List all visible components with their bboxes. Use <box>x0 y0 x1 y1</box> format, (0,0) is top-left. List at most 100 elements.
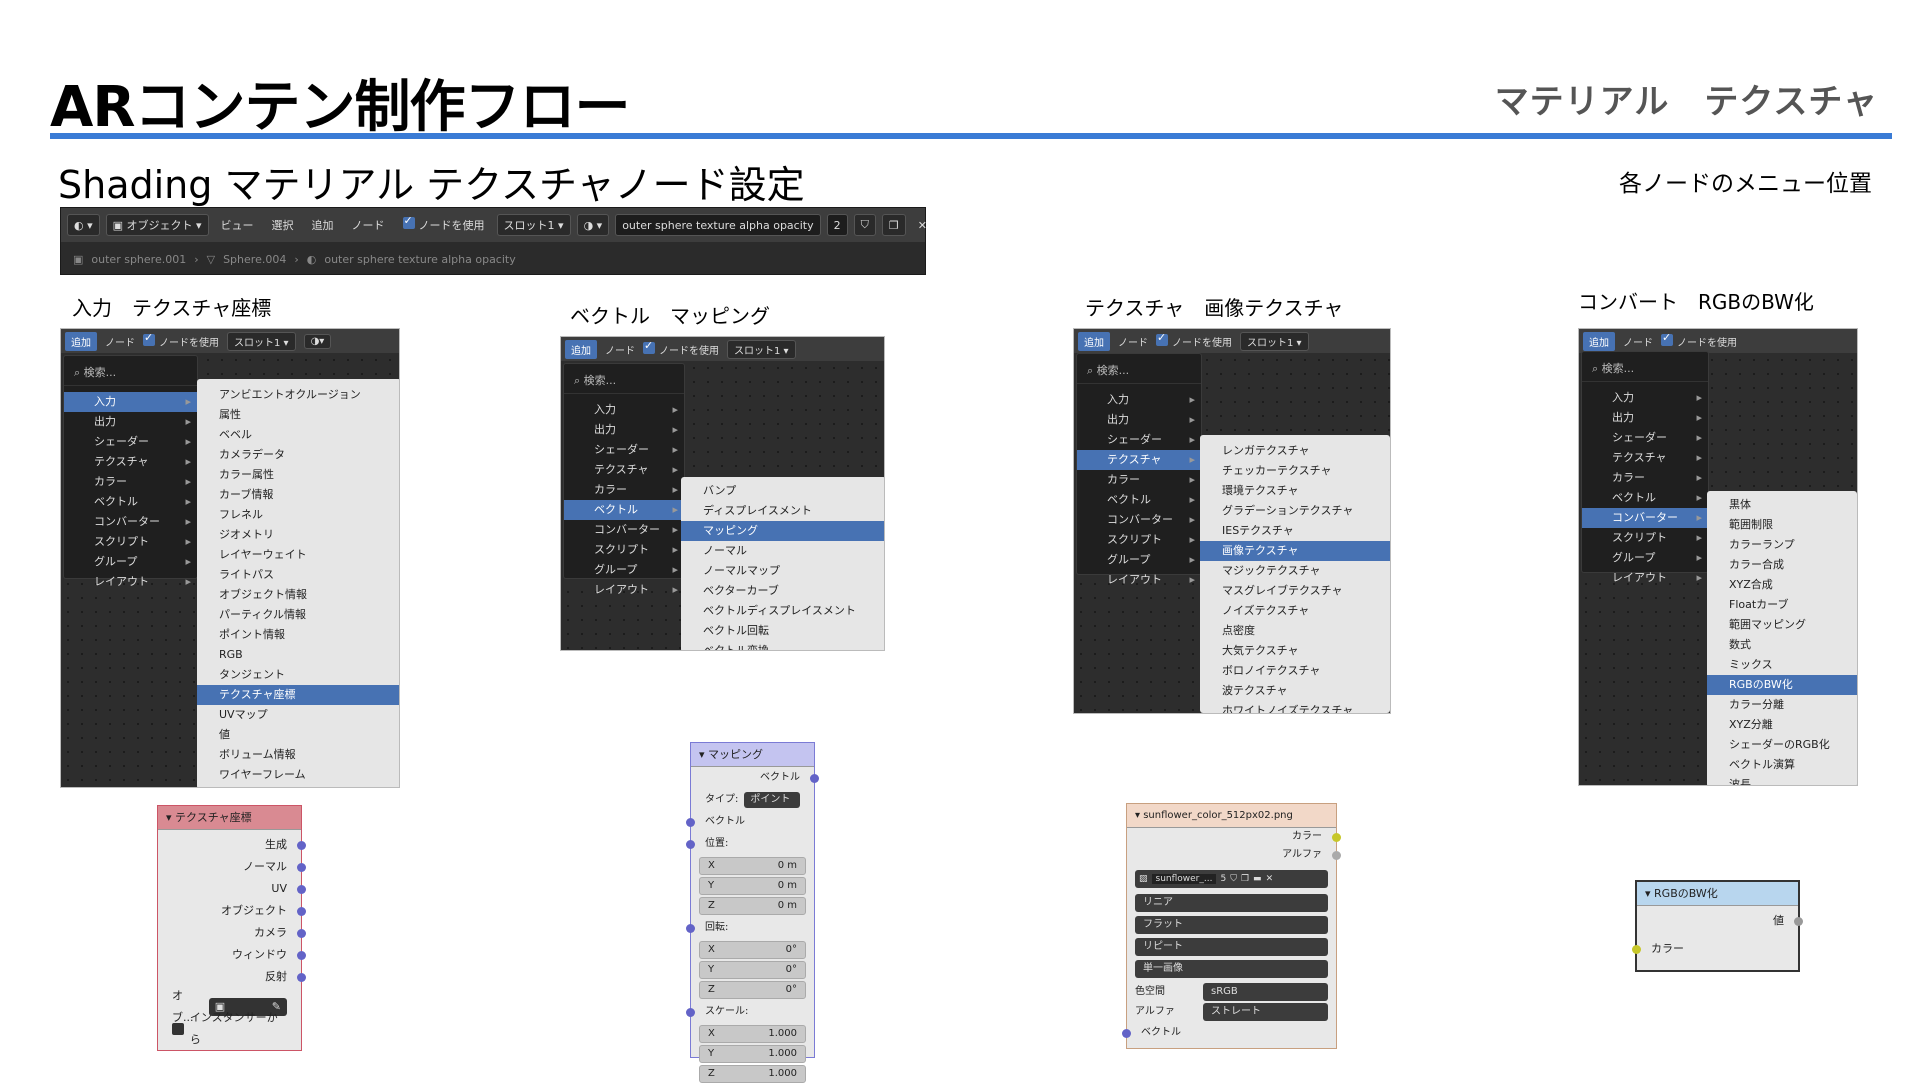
material-browse-button[interactable]: ◑▾ <box>303 333 332 349</box>
menu-item-category[interactable]: ベクトル <box>64 492 197 512</box>
menu-node[interactable]: ノード <box>346 217 391 233</box>
submenu-item[interactable]: マッピング <box>681 521 884 541</box>
fake-user-shield-icon[interactable]: ⛉ <box>853 214 876 236</box>
submenu-item[interactable]: XYZ合成 <box>1707 575 1857 595</box>
image-option-dropdown[interactable]: フラット <box>1135 916 1328 934</box>
scale-field[interactable]: X 1.000 <box>699 1025 806 1043</box>
submenu-item[interactable]: オブジェクト情報 <box>197 585 399 605</box>
submenu-item[interactable]: 属性 <box>197 405 399 425</box>
output-socket[interactable] <box>297 973 306 982</box>
menu-item-category[interactable]: グループ <box>1582 548 1708 568</box>
submenu-item[interactable]: ジオメトリ <box>197 525 399 545</box>
menu-item-category[interactable]: 出力 <box>564 420 684 440</box>
image-option-dropdown[interactable]: 単一画像 <box>1135 960 1328 978</box>
menu-item-category[interactable]: テクスチャ <box>564 460 684 480</box>
submenu-item[interactable]: ノーマルマップ <box>681 561 884 581</box>
submenu-item[interactable]: ボロノイテクスチャ <box>1200 661 1390 681</box>
slot-dropdown[interactable]: スロット1 ▾ <box>1240 331 1309 351</box>
submenu-item[interactable]: ノーマル <box>681 541 884 561</box>
submenu-item[interactable]: レイヤーウェイト <box>197 545 399 565</box>
submenu-item[interactable]: ディスプレイスメント <box>681 501 884 521</box>
menu-item-category[interactable]: コンバーター <box>64 512 197 532</box>
submenu-item[interactable]: 範囲制限 <box>1707 515 1857 535</box>
submenu-item[interactable]: チェッカーテクスチャ <box>1200 461 1390 481</box>
submenu-item[interactable]: シェーダーのRGB化 <box>1707 735 1857 755</box>
submenu-item[interactable]: バンプ <box>681 481 884 501</box>
submenu-item[interactable]: 大気テクスチャ <box>1200 641 1390 661</box>
menu-item-category[interactable]: テクスチャ <box>64 452 197 472</box>
output-socket[interactable] <box>297 907 306 916</box>
location-field[interactable]: Z 0 m <box>699 897 806 915</box>
submenu-item[interactable]: ミックス <box>1707 655 1857 675</box>
menu-item-category[interactable]: テクスチャ <box>1077 450 1201 470</box>
add-menu-button[interactable]: 追加 <box>1078 331 1110 351</box>
location-field[interactable]: X 0 m <box>699 857 806 875</box>
mode-dropdown[interactable]: ▣ オブジェクト ▾ <box>105 214 209 236</box>
submenu-item[interactable]: 値 <box>197 725 399 745</box>
search-field[interactable]: ⌕ 検索... <box>564 368 684 394</box>
output-socket[interactable] <box>297 841 306 850</box>
use-nodes-checkbox[interactable]: ノードを使用 <box>143 331 219 349</box>
menu-item-category[interactable]: シェーダー <box>1077 430 1201 450</box>
folder-icon[interactable]: ▬ <box>1253 874 1262 884</box>
node-menu[interactable]: ノード <box>605 342 635 357</box>
input-socket[interactable] <box>686 924 695 933</box>
menu-item-category[interactable]: 入力 <box>1582 388 1708 408</box>
add-menu-button[interactable]: 追加 <box>65 331 97 351</box>
material-browse-button[interactable]: ◑ ▾ <box>576 214 610 236</box>
slot-dropdown[interactable]: スロット1 ▾ <box>727 339 796 359</box>
node-menu[interactable]: ノード <box>1623 334 1653 349</box>
duplicate-icon[interactable]: ❐ <box>1241 874 1249 884</box>
colorspace-dropdown[interactable]: sRGB <box>1203 983 1328 1001</box>
submenu-item[interactable]: 画像テクスチャ <box>1200 541 1390 561</box>
submenu-item[interactable]: カラー属性 <box>197 465 399 485</box>
image-option-dropdown[interactable]: リニア <box>1135 894 1328 912</box>
output-socket[interactable] <box>297 863 306 872</box>
submenu-item[interactable]: IESテクスチャ <box>1200 521 1390 541</box>
use-nodes-checkbox[interactable]: ノードを使用 <box>1661 331 1737 349</box>
duplicate-icon[interactable]: ❐ <box>881 214 906 236</box>
output-socket[interactable] <box>810 774 819 783</box>
editor-type-button[interactable]: ◐ ▾ <box>67 214 100 236</box>
node-header[interactable]: ▾ テクスチャ座標 <box>158 806 301 830</box>
node-texture-coordinate[interactable]: ▾ テクスチャ座標 生成 ノーマル UV オブジェクト カメラ ウィンドウ 反射 オブ...… <box>157 805 306 1051</box>
menu-item-category[interactable]: レイアウト <box>1077 570 1201 590</box>
fake-user-shield-icon[interactable]: ⛉ <box>1230 874 1237 884</box>
search-field[interactable]: ⌕ 検索... <box>64 360 197 386</box>
submenu-item[interactable]: レンガテクスチャ <box>1200 441 1390 461</box>
menu-item-category[interactable]: ベクトル <box>1077 490 1201 510</box>
submenu-item[interactable]: ポイント情報 <box>197 625 399 645</box>
image-option-dropdown[interactable]: リピート <box>1135 938 1328 956</box>
add-menu-button[interactable]: 追加 <box>1583 331 1615 351</box>
menu-item-category[interactable]: テクスチャ <box>1582 448 1708 468</box>
alpha-dropdown[interactable]: ストレート <box>1203 1003 1328 1021</box>
menu-item-category[interactable]: 入力 <box>1077 390 1201 410</box>
menu-item-category[interactable]: コンバーター <box>1582 508 1708 528</box>
node-image-texture[interactable]: ▾ sunflower_color_512px02.png カラー アルファ ▨… <box>1122 803 1341 1049</box>
submenu-item[interactable]: カラー合成 <box>1707 555 1857 575</box>
location-field[interactable]: Y 0 m <box>699 877 806 895</box>
submenu-item[interactable]: カメラデータ <box>197 445 399 465</box>
submenu-item[interactable]: RGB <box>197 645 399 665</box>
use-nodes-checkbox[interactable]: ノードを使用 <box>397 214 491 233</box>
submenu-item[interactable]: XYZ分離 <box>1707 715 1857 735</box>
material-name-field[interactable]: outer sphere texture alpha opacity <box>615 214 821 236</box>
menu-item-category[interactable]: ベクトル <box>564 500 684 520</box>
input-socket[interactable] <box>1122 1029 1131 1038</box>
menu-item-category[interactable]: 出力 <box>64 412 197 432</box>
menu-item-category[interactable]: スクリプト <box>1582 528 1708 548</box>
menu-item-category[interactable]: スクリプト <box>64 532 197 552</box>
search-field[interactable]: ⌕ 検索... <box>1582 356 1708 382</box>
submenu-item[interactable]: 範囲マッピング <box>1707 615 1857 635</box>
output-socket[interactable] <box>1332 851 1341 860</box>
submenu-item[interactable]: ベベル <box>197 425 399 445</box>
menu-item-category[interactable]: レイアウト <box>1582 568 1708 588</box>
scale-field[interactable]: Y 1.000 <box>699 1045 806 1063</box>
menu-item-category[interactable]: レイアウト <box>64 572 197 592</box>
submenu-item[interactable]: ベクトル回転 <box>681 621 884 641</box>
close-icon[interactable]: ✕ <box>912 219 933 232</box>
image-selector[interactable]: ▨ sunflower_... 5 ⛉ ❐ ▬ ✕ <box>1135 870 1328 888</box>
menu-item-category[interactable]: スクリプト <box>1077 530 1201 550</box>
menu-item-category[interactable]: グループ <box>1077 550 1201 570</box>
search-field[interactable]: ⌕ 検索... <box>1077 358 1201 384</box>
